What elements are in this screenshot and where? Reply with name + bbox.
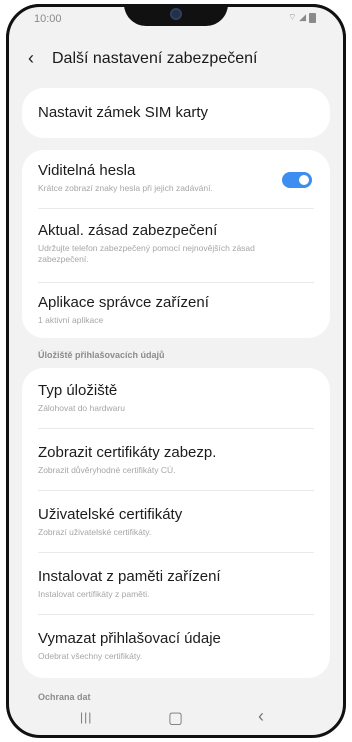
storage-type-item[interactable]: Typ úložiště Zálohovat do hardwaru	[22, 368, 330, 428]
user-certs-title: Uživatelské certifikáty	[38, 506, 183, 523]
signal-wifi-icon: ⌔ ◢	[288, 12, 306, 22]
visible-passwords-toggle[interactable]	[282, 172, 312, 188]
home-icon[interactable]: ▢	[168, 708, 183, 728]
status-icons: ⌔ ◢	[288, 12, 316, 23]
security-policy-item[interactable]: Aktual. zásad zabezpečení Udržujte telef…	[22, 208, 330, 282]
clear-credentials-title: Vymazat přihlašovací údaje	[38, 630, 221, 647]
navigation-bar: ||| ▢ ‹	[6, 700, 346, 738]
page-title: Další nastavení zabezpečení	[52, 50, 258, 67]
device-admin-title: Aplikace správce zařízení	[38, 294, 209, 311]
front-camera-icon	[170, 8, 182, 20]
install-from-storage-subtitle: Instalovat certifikáty z paměti.	[38, 589, 150, 599]
trusted-certs-subtitle: Zobrazit důvěryhodné certifikáty CÚ.	[38, 465, 176, 475]
install-from-storage-title: Instalovat z paměti zařízení	[38, 568, 221, 585]
security-policy-subtitle: Udržujte telefon zabezpečený pomocí nejn…	[38, 243, 255, 264]
security-card: Viditelná hesla Krátce zobrazí znaky hes…	[22, 150, 330, 338]
user-certs-subtitle: Zobrazí uživatelské certifikáty.	[38, 527, 152, 537]
storage-card: Typ úložiště Zálohovat do hardwaru Zobra…	[22, 368, 330, 678]
trusted-certs-item[interactable]: Zobrazit certifikáty zabezp. Zobrazit dů…	[22, 428, 330, 490]
status-bar: 10:00 ⌔ ◢	[6, 4, 346, 32]
storage-section-label: Úložiště přihlašovacích údajů	[38, 350, 165, 360]
nav-back-icon[interactable]: ‹	[258, 706, 264, 727]
visible-passwords-item[interactable]: Viditelná hesla Krátce zobrazí znaky hes…	[22, 150, 330, 208]
sim-lock-title: Nastavit zámek SIM karty	[38, 104, 209, 121]
recent-apps-icon[interactable]: |||	[80, 710, 92, 724]
visible-passwords-subtitle: Krátce zobrazí znaky hesla při jejich za…	[38, 183, 213, 193]
battery-icon	[309, 12, 316, 23]
back-arrow-icon[interactable]: ‹	[28, 48, 34, 68]
device-admin-item[interactable]: Aplikace správce zařízení 1 aktivní apli…	[22, 282, 330, 338]
sim-lock-item[interactable]: Nastavit zámek SIM karty	[22, 88, 330, 122]
storage-type-title: Typ úložiště	[38, 382, 118, 399]
device-admin-subtitle: 1 aktivní aplikace	[38, 315, 104, 325]
trusted-certs-title: Zobrazit certifikáty zabezp.	[38, 444, 217, 461]
user-certs-item[interactable]: Uživatelské certifikáty Zobrazí uživatel…	[22, 490, 330, 552]
clear-credentials-item[interactable]: Vymazat přihlašovací údaje Odebrat všech…	[22, 614, 330, 678]
install-from-storage-item[interactable]: Instalovat z paměti zařízení Instalovat …	[22, 552, 330, 614]
toggle-knob	[299, 175, 309, 185]
security-policy-title: Aktual. zásad zabezpečení	[38, 222, 218, 239]
storage-type-subtitle: Zálohovat do hardwaru	[38, 403, 125, 413]
phone-screen: 10:00 ⌔ ◢ ‹ Další nastavení zabezpečení …	[6, 4, 346, 738]
clear-credentials-subtitle: Odebrat všechny certifikáty.	[38, 651, 143, 661]
visible-passwords-title: Viditelná hesla	[38, 162, 136, 179]
status-time: 10:00	[34, 13, 62, 25]
app-header: ‹ Další nastavení zabezpečení	[6, 40, 346, 80]
sim-lock-card[interactable]: Nastavit zámek SIM karty	[22, 88, 330, 138]
